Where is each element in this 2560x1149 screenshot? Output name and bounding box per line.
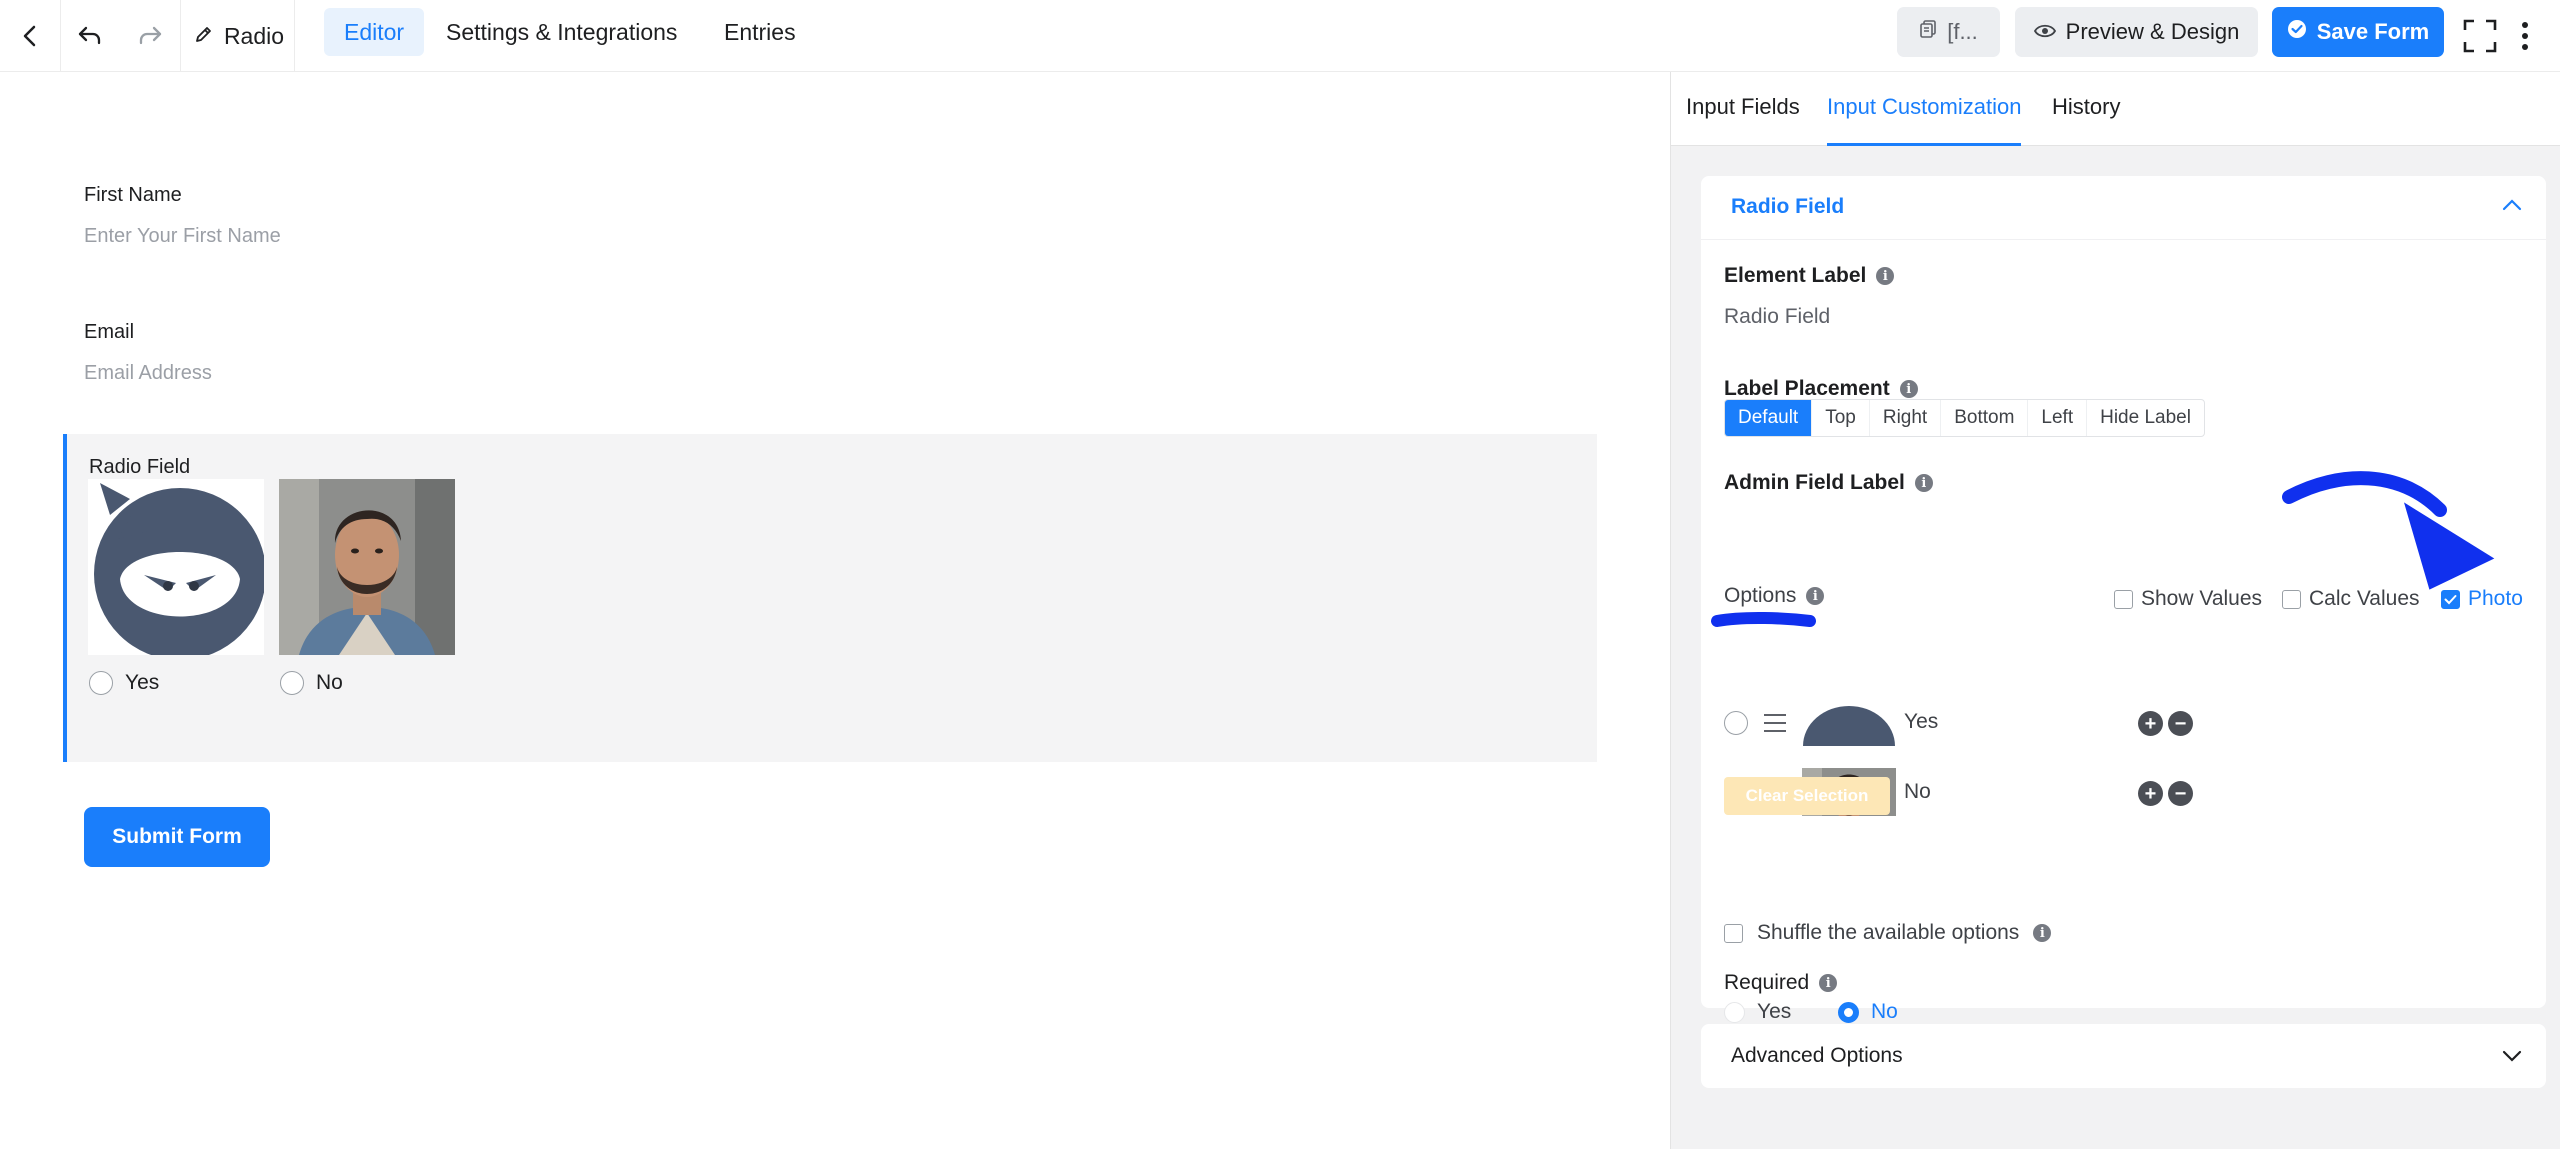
annotation-overlay [1711,471,2495,627]
arrow-head-annotation [2403,502,2495,590]
options-underline-annotation [1711,611,1816,627]
arrow-annotation [2282,471,2447,517]
